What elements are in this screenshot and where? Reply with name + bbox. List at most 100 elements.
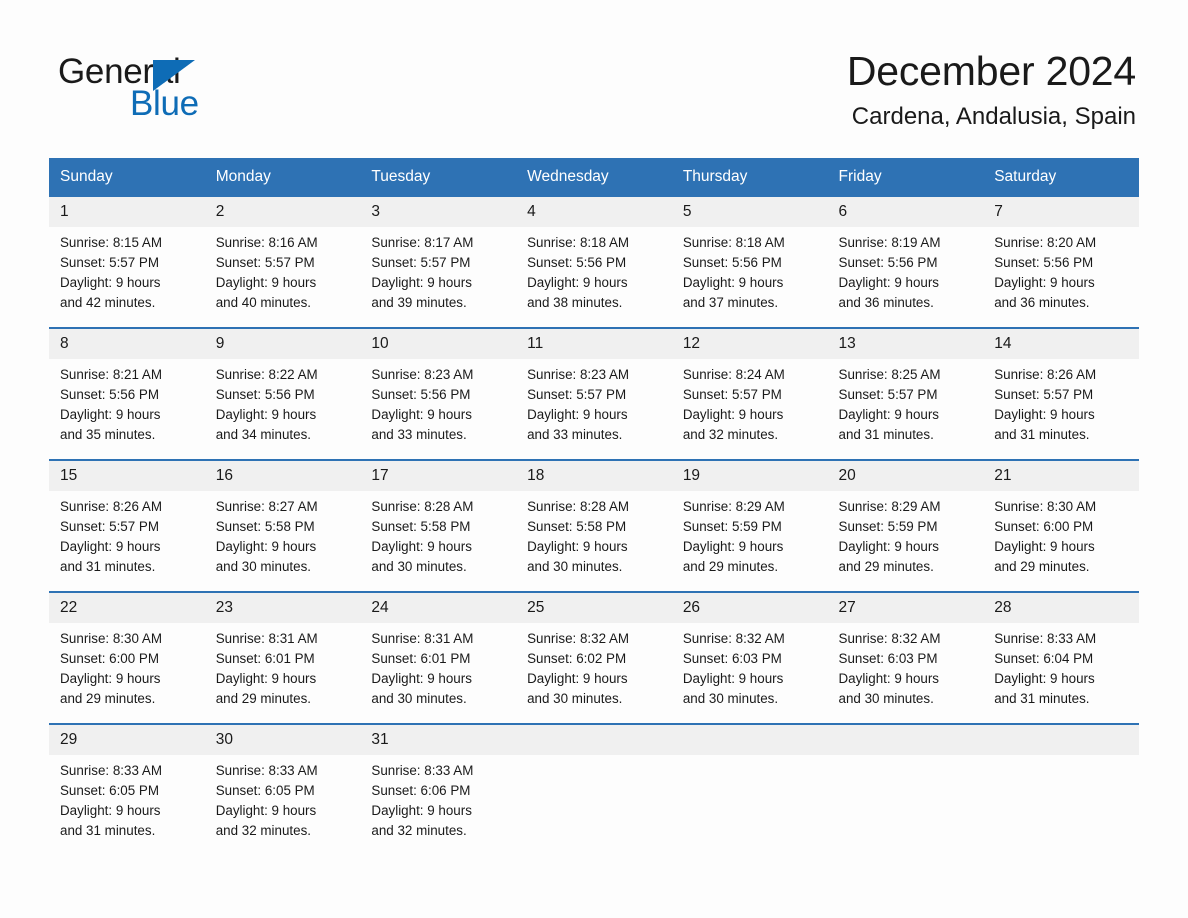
daylight-line1: Daylight: 9 hours [60,407,161,422]
daylight-line2: and 34 minutes. [215,427,311,442]
day-number: 11 [516,329,672,359]
calendar-body: 1 Sunrise: 8:15 AM Sunset: 5:57 PM Dayli… [49,195,1139,851]
day-number: 14 [983,329,1139,359]
daylight-line1: Daylight: 9 hours [838,539,939,554]
calendar-page: General Blue December 2024 Cardena, Anda… [0,0,1188,918]
sunset-text: Sunset: 6:02 PM [527,651,627,666]
generalblue-logo: General Blue [58,52,298,123]
day-cell[interactable]: 10 Sunrise: 8:23 AM Sunset: 5:56 PM Dayl… [360,327,517,460]
day-details: Sunrise: 8:32 AM Sunset: 6:03 PM Dayligh… [672,623,828,723]
page-subtitle: Cardena, Andalusia, Spain [851,103,1136,130]
day-cell[interactable]: 9 Sunrise: 8:22 AM Sunset: 5:56 PM Dayli… [204,327,361,460]
sunrise-text: Sunrise: 8:29 AM [682,499,785,514]
sunrise-text: Sunrise: 8:23 AM [371,367,474,382]
day-cell[interactable]: 4 Sunrise: 8:18 AM Sunset: 5:56 PM Dayli… [516,195,672,328]
daylight-line2: and 30 minutes. [371,691,467,706]
daylight-line1: Daylight: 9 hours [60,803,161,818]
daylight-line2: and 29 minutes. [838,559,934,574]
day-number: 10 [360,329,517,359]
weekday-header-tuesday: Tuesday [360,158,517,196]
day-number: 5 [671,197,828,227]
daylight-line2: and 29 minutes. [60,691,156,706]
daylight-line2: and 30 minutes. [527,559,623,574]
day-number: 15 [49,461,205,491]
sunset-text: Sunset: 5:57 PM [371,255,471,270]
sunset-text: Sunset: 5:57 PM [994,387,1094,402]
day-cell[interactable]: 25 Sunrise: 8:32 AM Sunset: 6:02 PM Dayl… [516,591,672,724]
day-cell-empty [671,723,828,851]
sunset-text: Sunset: 6:00 PM [994,519,1094,534]
daylight-line1: Daylight: 9 hours [994,407,1095,422]
day-cell[interactable]: 29 Sunrise: 8:33 AM Sunset: 6:05 PM Dayl… [49,723,205,851]
day-cell[interactable]: 1 Sunrise: 8:15 AM Sunset: 5:57 PM Dayli… [49,195,205,328]
weekday-header-monday: Monday [204,158,361,196]
daylight-line2: and 32 minutes. [682,427,779,442]
weekday-header-thursday: Thursday [671,158,828,196]
day-cell[interactable]: 11 Sunrise: 8:23 AM Sunset: 5:57 PM Dayl… [516,327,672,460]
day-details: Sunrise: 8:30 AM Sunset: 6:00 PM Dayligh… [49,623,205,723]
day-cell[interactable]: 5 Sunrise: 8:18 AM Sunset: 5:56 PM Dayli… [671,195,828,328]
day-cell[interactable]: 16 Sunrise: 8:27 AM Sunset: 5:58 PM Dayl… [204,459,361,592]
day-details: Sunrise: 8:32 AM Sunset: 6:03 PM Dayligh… [828,623,984,723]
day-cell[interactable]: 18 Sunrise: 8:28 AM Sunset: 5:58 PM Dayl… [516,459,672,592]
sunrise-text: Sunrise: 8:18 AM [682,235,785,250]
day-cell[interactable]: 8 Sunrise: 8:21 AM Sunset: 5:56 PM Dayli… [49,327,205,460]
day-cell-empty [983,723,1139,851]
day-cell[interactable]: 14 Sunrise: 8:26 AM Sunset: 5:57 PM Dayl… [983,327,1139,460]
sunset-text: Sunset: 5:57 PM [838,387,938,402]
day-cell[interactable]: 27 Sunrise: 8:32 AM Sunset: 6:03 PM Dayl… [827,591,984,724]
day-cell[interactable]: 26 Sunrise: 8:32 AM Sunset: 6:03 PM Dayl… [671,591,828,724]
sunrise-text: Sunrise: 8:32 AM [527,631,630,646]
daylight-line2: and 30 minutes. [371,559,467,574]
day-cell[interactable]: 2 Sunrise: 8:16 AM Sunset: 5:57 PM Dayli… [204,195,361,328]
day-details: Sunrise: 8:32 AM Sunset: 6:02 PM Dayligh… [516,623,672,723]
sunrise-text: Sunrise: 8:26 AM [994,367,1097,382]
day-details: Sunrise: 8:28 AM Sunset: 5:58 PM Dayligh… [360,491,516,591]
calendar-week-row: 22 Sunrise: 8:30 AM Sunset: 6:00 PM Dayl… [49,591,1139,724]
sunrise-text: Sunrise: 8:33 AM [994,631,1097,646]
day-cell[interactable]: 17 Sunrise: 8:28 AM Sunset: 5:58 PM Dayl… [360,459,517,592]
day-cell[interactable]: 6 Sunrise: 8:19 AM Sunset: 5:56 PM Dayli… [827,195,984,328]
day-cell[interactable]: 3 Sunrise: 8:17 AM Sunset: 5:57 PM Dayli… [360,195,517,328]
daylight-line2: and 30 minutes. [838,691,934,706]
sunset-text: Sunset: 6:03 PM [838,651,938,666]
daylight-line1: Daylight: 9 hours [371,407,472,422]
day-cell[interactable]: 31 Sunrise: 8:33 AM Sunset: 6:06 PM Dayl… [360,723,517,851]
day-details: Sunrise: 8:28 AM Sunset: 5:58 PM Dayligh… [516,491,672,591]
day-cell[interactable]: 19 Sunrise: 8:29 AM Sunset: 5:59 PM Dayl… [671,459,828,592]
day-details: Sunrise: 8:33 AM Sunset: 6:05 PM Dayligh… [49,755,205,851]
day-details: Sunrise: 8:26 AM Sunset: 5:57 PM Dayligh… [983,359,1139,459]
day-cell[interactable]: 23 Sunrise: 8:31 AM Sunset: 6:01 PM Dayl… [204,591,361,724]
weekday-header-row: Sunday Monday Tuesday Wednesday Thursday… [49,158,1139,196]
sunrise-text: Sunrise: 8:23 AM [527,367,630,382]
day-details: Sunrise: 8:25 AM Sunset: 5:57 PM Dayligh… [828,359,984,459]
day-cell[interactable]: 12 Sunrise: 8:24 AM Sunset: 5:57 PM Dayl… [671,327,828,460]
day-number: 28 [983,593,1139,623]
daylight-line1: Daylight: 9 hours [215,407,317,422]
day-details: Sunrise: 8:18 AM Sunset: 5:56 PM Dayligh… [672,227,828,327]
day-details: Sunrise: 8:21 AM Sunset: 5:56 PM Dayligh… [49,359,205,459]
day-number: 19 [671,461,828,491]
sunrise-text: Sunrise: 8:19 AM [838,235,941,250]
sunrise-text: Sunrise: 8:24 AM [682,367,785,382]
daylight-line2: and 30 minutes. [527,691,623,706]
day-cell[interactable]: 21 Sunrise: 8:30 AM Sunset: 6:00 PM Dayl… [983,459,1139,592]
day-cell[interactable]: 22 Sunrise: 8:30 AM Sunset: 6:00 PM Dayl… [49,591,205,724]
sunrise-text: Sunrise: 8:33 AM [371,763,474,778]
day-cell[interactable]: 13 Sunrise: 8:25 AM Sunset: 5:57 PM Dayl… [827,327,984,460]
day-cell[interactable]: 28 Sunrise: 8:33 AM Sunset: 6:04 PM Dayl… [983,591,1139,724]
logo-text-blue: Blue [130,84,199,123]
day-number: 24 [360,593,517,623]
day-cell[interactable]: 24 Sunrise: 8:31 AM Sunset: 6:01 PM Dayl… [360,591,517,724]
daylight-line1: Daylight: 9 hours [215,671,317,686]
day-cell[interactable]: 20 Sunrise: 8:29 AM Sunset: 5:59 PM Dayl… [827,459,984,592]
day-cell[interactable]: 15 Sunrise: 8:26 AM Sunset: 5:57 PM Dayl… [49,459,205,592]
day-details: Sunrise: 8:33 AM Sunset: 6:05 PM Dayligh… [205,755,361,851]
sunrise-text: Sunrise: 8:33 AM [215,763,318,778]
page-title: December 2024 [846,48,1136,94]
day-cell[interactable]: 30 Sunrise: 8:33 AM Sunset: 6:05 PM Dayl… [204,723,361,851]
day-cell[interactable]: 7 Sunrise: 8:20 AM Sunset: 5:56 PM Dayli… [983,195,1139,328]
sunset-text: Sunset: 5:59 PM [838,519,938,534]
sunset-text: Sunset: 5:58 PM [215,519,315,534]
day-number: 26 [671,593,828,623]
